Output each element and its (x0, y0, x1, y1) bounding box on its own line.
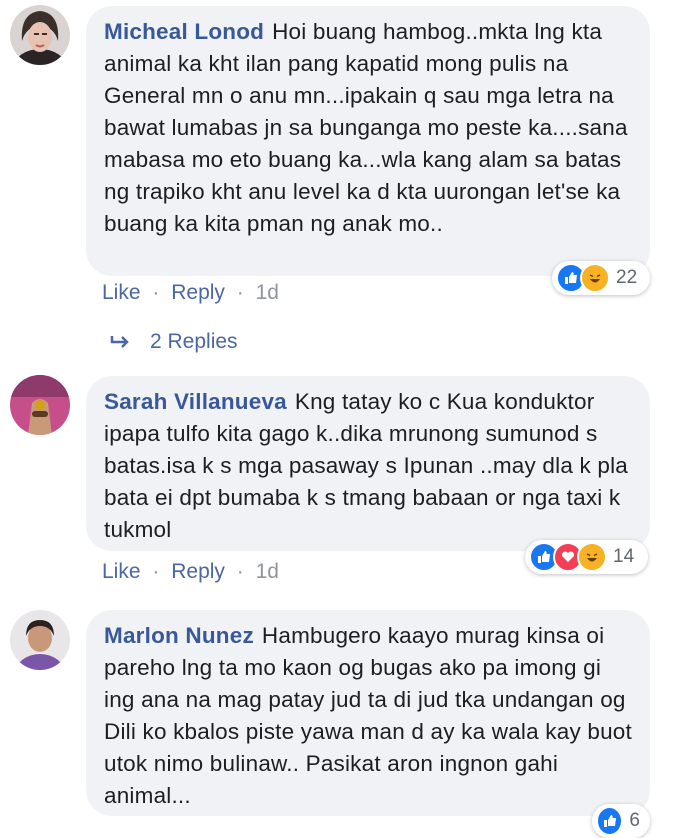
reaction-summary[interactable]: 14 (525, 540, 648, 574)
comment-body: Hoi buang hambog..mkta lng kta animal ka… (104, 19, 628, 236)
avatar[interactable] (10, 610, 70, 670)
separator: · (152, 281, 160, 304)
comment-body: Hambugero kaayo murag kinsa oi pareho ln… (104, 623, 632, 808)
reaction-count: 22 (616, 267, 638, 288)
timestamp[interactable]: 1d (256, 560, 279, 583)
reaction-summary[interactable]: 22 (552, 261, 650, 295)
reply-arrow-icon (110, 334, 132, 350)
like-link[interactable]: Like (102, 560, 141, 583)
comment-bubble: Sarah Villanueva Kng tatay ko c Kua kondu… (86, 376, 650, 551)
reply-link[interactable]: Reply (171, 281, 225, 304)
comment-text: Marlon Nunez Hambugero kaayo murag kinsa … (104, 620, 632, 812)
avatar[interactable] (10, 5, 70, 65)
like-reaction-icon (596, 806, 624, 836)
comment-author[interactable]: Micheal Lonod (104, 19, 264, 44)
reaction-count: 14 (613, 546, 635, 567)
haha-reaction-icon (580, 263, 610, 293)
comment-bubble: Marlon Nunez Hambugero kaayo murag kinsa … (86, 610, 650, 816)
view-replies-button[interactable]: 2 Replies (110, 330, 238, 354)
comment-actions: Like · Reply · 1d (102, 281, 279, 305)
comment-bubble: Micheal Lonod Hoi buang hambog..mkta lng … (86, 6, 650, 276)
comment-author[interactable]: Marlon Nunez (104, 623, 254, 648)
comment-author[interactable]: Sarah Villanueva (104, 389, 287, 414)
separator: · (236, 281, 244, 304)
haha-reaction-icon (577, 542, 607, 572)
comment-text: Micheal Lonod Hoi buang hambog..mkta lng … (104, 16, 632, 240)
reply-link[interactable]: Reply (171, 560, 225, 583)
timestamp[interactable]: 1d (256, 281, 279, 304)
replies-label[interactable]: 2 Replies (150, 330, 238, 354)
separator: · (236, 560, 244, 583)
reaction-summary[interactable]: 6 (592, 804, 650, 838)
separator: · (152, 560, 160, 583)
like-link[interactable]: Like (102, 281, 141, 304)
comment-actions: Like · Reply · 1d (102, 560, 279, 584)
reaction-count: 6 (629, 810, 640, 831)
avatar[interactable] (10, 375, 70, 435)
comment-text: Sarah Villanueva Kng tatay ko c Kua kondu… (104, 386, 632, 546)
